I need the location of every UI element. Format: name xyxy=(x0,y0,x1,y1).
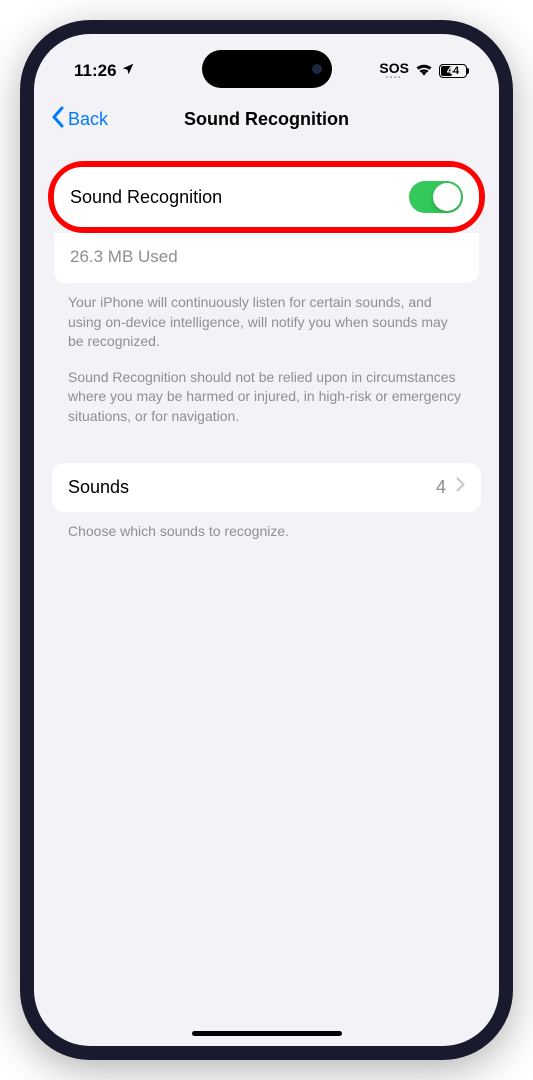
navigation-bar: Back Sound Recognition xyxy=(34,94,499,149)
toggle-label: Sound Recognition xyxy=(70,187,222,208)
phone-screen: 11:26 SOS •••• 44 xyxy=(34,34,499,1046)
chevron-right-icon xyxy=(456,477,465,497)
wifi-icon xyxy=(415,61,433,81)
page-title: Sound Recognition xyxy=(184,109,349,130)
back-button[interactable]: Back xyxy=(50,106,108,133)
chevron-left-icon xyxy=(50,106,66,133)
camera-dot xyxy=(312,64,322,74)
sound-recognition-toggle[interactable] xyxy=(409,181,463,213)
sound-recognition-row[interactable]: Sound Recognition xyxy=(54,167,479,227)
toggle-knob xyxy=(433,183,461,211)
status-time: 11:26 xyxy=(74,61,117,81)
sounds-footer: Choose which sounds to recognize. xyxy=(52,512,481,552)
description-text-1: Your iPhone will continuously listen for… xyxy=(52,283,481,362)
sounds-count: 4 xyxy=(436,477,446,498)
row-right: 4 xyxy=(436,477,465,498)
main-toggle-group: Sound Recognition xyxy=(54,167,479,227)
annotation-highlight: Sound Recognition xyxy=(48,161,485,233)
location-icon xyxy=(121,61,135,81)
sounds-group: Sounds 4 Choose which sounds to recogniz… xyxy=(52,463,481,552)
home-indicator[interactable] xyxy=(192,1031,342,1036)
sounds-list-group: Sounds 4 xyxy=(52,463,481,512)
status-right: SOS •••• 44 xyxy=(379,61,469,81)
description-text-2: Sound Recognition should not be relied u… xyxy=(52,362,481,437)
status-left: 11:26 xyxy=(74,61,135,81)
sos-indicator: SOS •••• xyxy=(379,61,409,81)
battery-indicator: 44 xyxy=(439,64,469,78)
back-label: Back xyxy=(68,109,108,130)
content-area: Sound Recognition 26.3 MB Used Your iPho… xyxy=(34,149,499,563)
storage-used-row: 26.3 MB Used xyxy=(54,233,479,283)
phone-frame: 11:26 SOS •••• 44 xyxy=(20,20,513,1060)
sounds-row[interactable]: Sounds 4 xyxy=(52,463,481,512)
sounds-label: Sounds xyxy=(68,477,129,498)
dynamic-island xyxy=(202,50,332,88)
